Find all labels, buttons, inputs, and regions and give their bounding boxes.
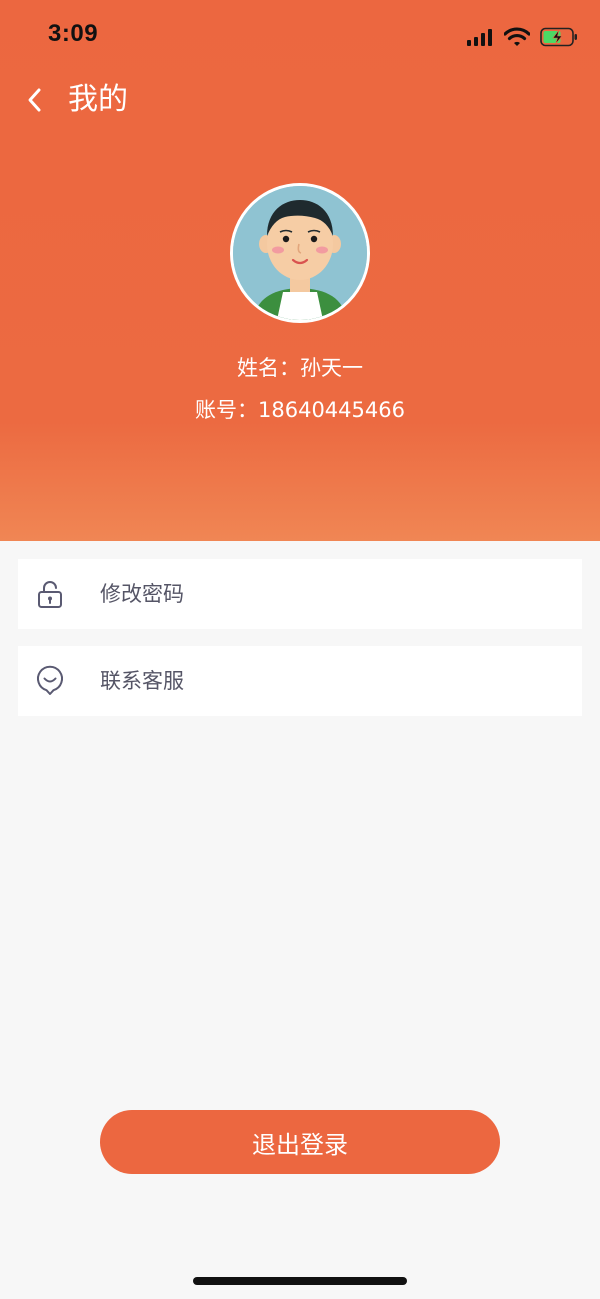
status-bar: 3:09 bbox=[0, 0, 600, 70]
back-button[interactable] bbox=[20, 80, 50, 120]
page-title: 我的 bbox=[68, 82, 128, 117]
status-time: 3:09 bbox=[48, 20, 99, 47]
profile-header: 3:09 我的 姓名：孙天一 账号：18640445466 bbox=[0, 0, 600, 541]
profile-account: 账号：18640445466 bbox=[195, 398, 405, 422]
status-icons bbox=[466, 24, 578, 50]
home-indicator[interactable] bbox=[193, 1277, 407, 1285]
nav-bar: 我的 bbox=[0, 70, 600, 130]
wifi-icon bbox=[504, 27, 530, 46]
menu-label-change-password: 修改密码 bbox=[100, 582, 184, 606]
menu-label-contact-service: 联系客服 bbox=[100, 669, 184, 693]
customer-service-icon bbox=[37, 665, 63, 695]
lock-icon bbox=[38, 581, 62, 608]
menu-item-contact-service[interactable]: 联系客服 bbox=[18, 646, 582, 716]
menu-item-change-password[interactable]: 修改密码 bbox=[18, 559, 582, 629]
user-avatar-illustration bbox=[233, 186, 367, 320]
user-avatar[interactable] bbox=[230, 183, 370, 323]
profile-screen: 3:09 我的 姓名：孙天一 账号：18640445466 修改密码 联系客服 … bbox=[0, 0, 600, 1299]
battery-charging-icon bbox=[540, 27, 577, 47]
logout-button[interactable]: 退出登录 bbox=[100, 1110, 500, 1174]
cellular-signal-icon bbox=[467, 29, 492, 46]
profile-name: 姓名：孙天一 bbox=[237, 356, 363, 380]
chevron-left-icon bbox=[28, 88, 41, 112]
